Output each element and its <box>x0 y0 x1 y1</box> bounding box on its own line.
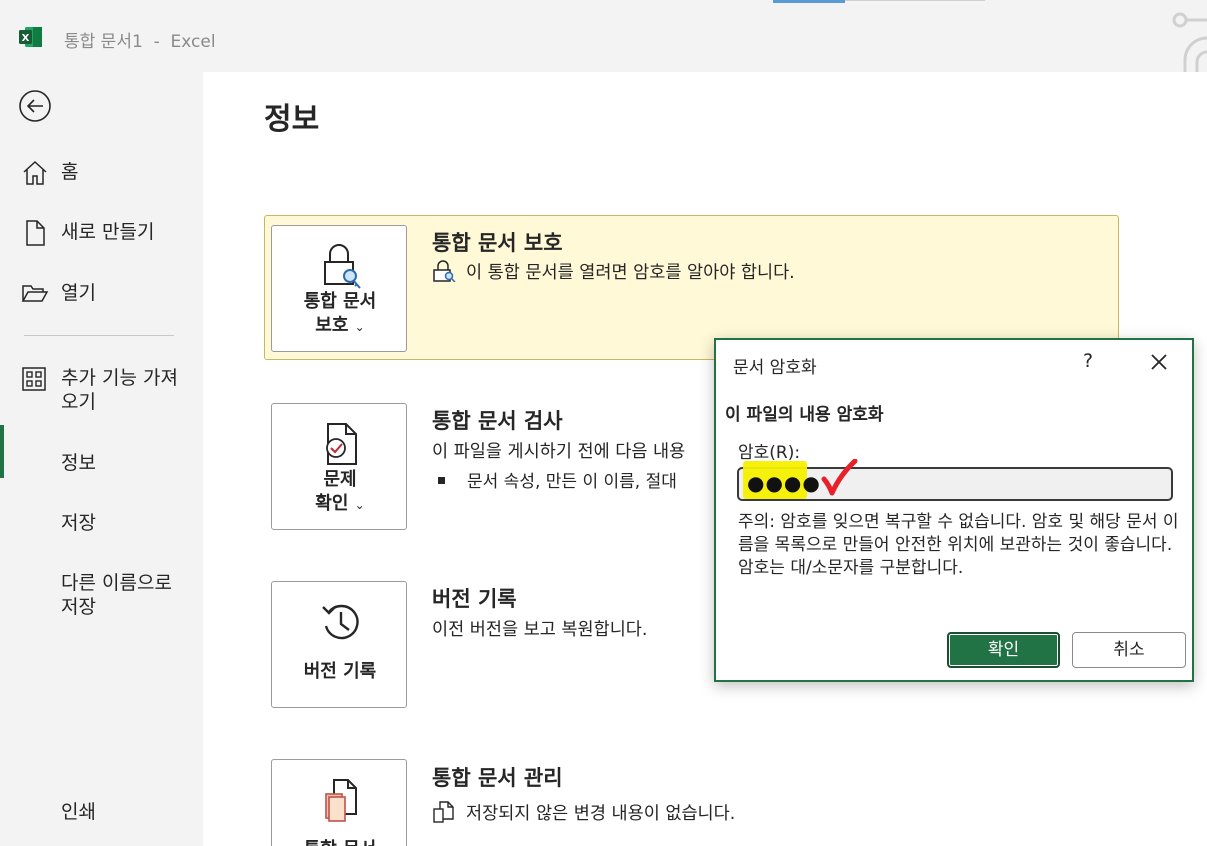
tile-label: 버전 기록 <box>303 661 377 682</box>
document-check-icon <box>326 423 357 465</box>
section-desc-manage: 저장되지 않은 변경 내용이 없습니다. <box>432 800 735 825</box>
password-label: 암호(R): <box>738 443 801 463</box>
title-bar: X 통합 문서1 - Excel <box>0 0 1207 74</box>
new-file-icon <box>26 220 45 246</box>
tile-label-line1: 문제 <box>323 469 357 490</box>
section-title-protect: 통합 문서 보호 <box>432 231 563 255</box>
dialog-heading: 이 파일의 내용 암호화 <box>725 405 884 425</box>
page-title: 정보 <box>264 102 320 137</box>
tile-label-line1: 통합 문서 <box>303 291 377 312</box>
password-mask: ●●●● <box>747 471 821 495</box>
case-sensitive-note: 암호는 대/소문자를 구분합니다. <box>738 558 964 578</box>
lock-key-icon <box>324 244 361 289</box>
encrypt-document-dialog: 문서 암호화 ? 이 파일의 내용 암호화 암호(R): ●●●● 주의: 암호… <box>714 338 1194 682</box>
open-folder-icon <box>21 285 49 302</box>
close-icon[interactable] <box>1147 350 1171 374</box>
nav-label: 추가 기능 가져오기 <box>61 367 178 413</box>
ribbon-accent-line <box>773 0 845 3</box>
section-title-inspect: 통합 문서 검사 <box>432 409 563 433</box>
section-title-version: 버전 기록 <box>432 587 517 611</box>
documents-small-icon <box>433 801 454 823</box>
tile-label: 문제 확인 ⌄ <box>272 468 408 517</box>
lock-key-small-icon <box>433 260 456 282</box>
dialog-title: 문서 암호화 <box>733 358 817 378</box>
tile-label-line2: 확인 <box>315 493 349 514</box>
section-desc-version: 이전 버전을 보고 복원합니다. <box>432 620 648 640</box>
backstage-sidebar: 홈 새로 만들기 열기 추가 기능 가져오기 정보 저장 다른 이름으로 저장 <box>0 72 203 846</box>
section-desc-protect: 이 통합 문서를 열려면 암호를 알아야 합니다. <box>432 259 795 284</box>
bullet-square-icon <box>438 477 445 484</box>
nav-label: 열기 <box>61 282 96 304</box>
chevron-down-icon: ⌄ <box>354 320 365 334</box>
excel-app-icon: X <box>19 27 42 47</box>
manage-documents-icon <box>325 779 357 822</box>
version-history-button[interactable]: 버전 기록 <box>271 581 407 708</box>
tile-label: 통합 문서 <box>272 838 408 846</box>
home-icon <box>23 160 47 185</box>
warning-text: 주의: 암호를 잊으면 복구할 수 없습니다. 암호 및 해당 문서 이름을 목… <box>738 512 1179 555</box>
nav-label: 새로 만들기 <box>61 221 155 243</box>
add-ins-icon <box>22 367 46 391</box>
nav-label: 인쇄 <box>61 801 96 823</box>
section-desc-text: 저장되지 않은 변경 내용이 없습니다. <box>466 804 736 824</box>
help-button[interactable]: ? <box>1076 350 1100 374</box>
decorative-circuit-icon <box>1172 12 1207 74</box>
tile-label-line2: 보호 <box>315 315 349 336</box>
red-checkmark-annotation <box>821 459 858 496</box>
svg-text:X: X <box>22 33 30 44</box>
check-for-issues-button[interactable]: 문제 확인 ⌄ <box>271 403 407 530</box>
section-desc-text: 이 통합 문서를 열려면 암호를 알아야 합니다. <box>466 263 795 283</box>
nav-label: 홈 <box>61 161 79 183</box>
cancel-button[interactable]: 취소 <box>1072 632 1186 668</box>
protect-workbook-button[interactable]: 통합 문서 보호 ⌄ <box>271 225 407 352</box>
bullet-text: 문서 속성, 만든 이 이름, 절대 <box>467 472 677 492</box>
tile-label: 통합 문서 보호 ⌄ <box>272 290 408 339</box>
inspect-bullet: 문서 속성, 만든 이 이름, 절대 <box>438 467 677 492</box>
back-arrow-icon[interactable] <box>18 89 52 123</box>
ok-button[interactable]: 확인 <box>947 632 1060 668</box>
nav-label: 정보 <box>61 452 96 474</box>
nav-label: 저장 <box>61 512 96 534</box>
section-desc-inspect: 이 파일을 게시하기 전에 다음 내용 <box>432 442 686 462</box>
password-field[interactable]: ●●●● <box>737 459 1173 501</box>
window-title: 통합 문서1 - Excel <box>64 32 216 52</box>
password-warning: 주의: 암호를 잊으면 복구할 수 없습니다. 암호 및 해당 문서 이름을 목… <box>738 511 1183 580</box>
manage-workbook-button[interactable]: 통합 문서 <box>271 759 407 846</box>
history-clock-icon <box>322 604 359 640</box>
nav-divider <box>24 335 174 336</box>
chevron-down-icon: ⌄ <box>354 498 365 512</box>
nav-label: 다른 이름으로 저장 <box>61 572 172 618</box>
section-title-manage: 통합 문서 관리 <box>432 766 563 790</box>
ribbon-divider-line <box>845 0 985 1</box>
